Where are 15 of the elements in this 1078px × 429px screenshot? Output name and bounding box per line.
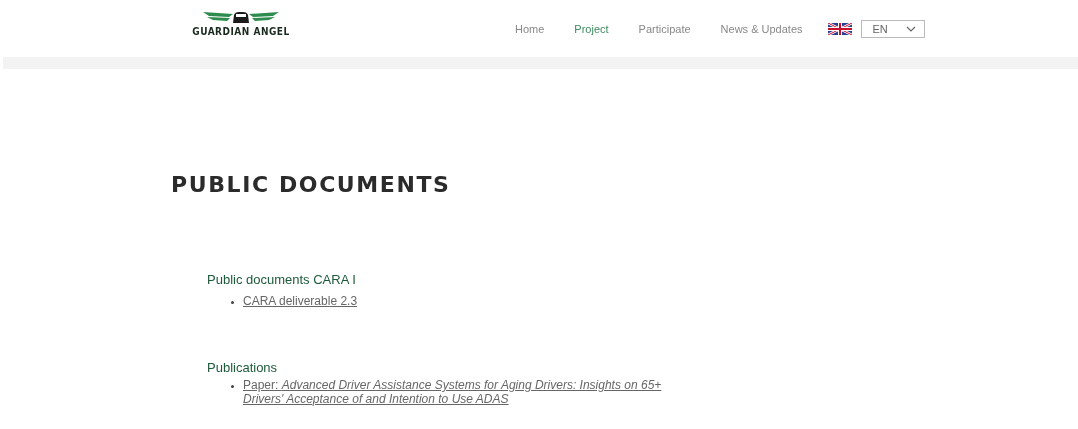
document-link[interactable]: Paper: Advanced Driver Assistance Systems for Aging Drivers: Insights on 65+ Drivers' Acceptance of and Intention to Use ADAS	[243, 378, 703, 406]
section-heading: Publications	[207, 360, 279, 375]
logo-text[interactable]: GUARDIAN ANGEL	[192, 25, 290, 37]
nav-link[interactable]: Project	[559, 22, 624, 35]
document-link[interactable]: CARA deliverable 2.3	[243, 294, 358, 308]
page-title: PUBLIC DOCUMENTS	[171, 172, 452, 197]
nav-link[interactable]: Participate	[623, 22, 706, 35]
chevron-down-icon	[905, 25, 916, 32]
language-dropdown[interactable]: EN	[860, 19, 925, 38]
nav-link[interactable]: Home	[500, 22, 560, 35]
section-heading: Public documents CARA I	[207, 272, 357, 287]
flag-icon	[827, 22, 852, 35]
bullet-icon	[231, 301, 234, 304]
bullet-icon	[231, 385, 234, 388]
nav-link[interactable]: News & Updates	[705, 22, 818, 35]
